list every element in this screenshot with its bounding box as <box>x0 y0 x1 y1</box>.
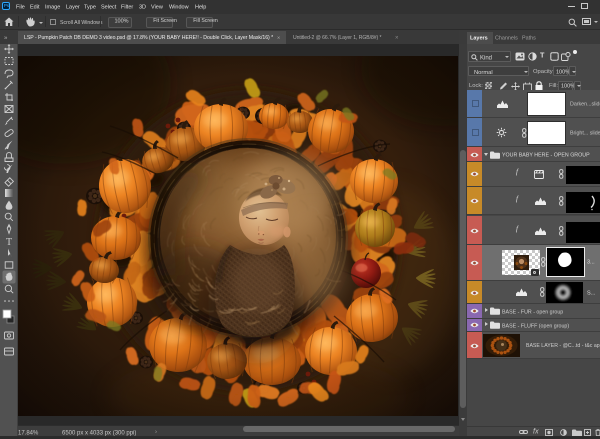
svg-text:T: T <box>6 237 12 248</box>
